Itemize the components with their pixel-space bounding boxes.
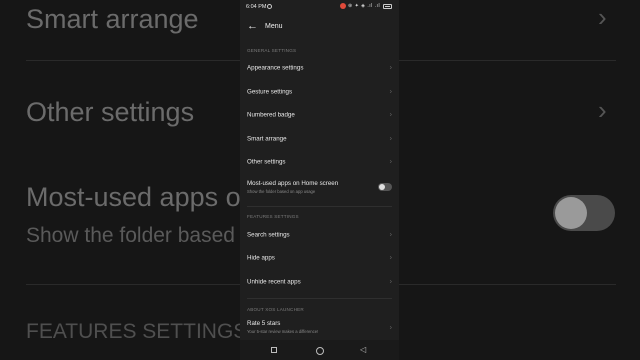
menu-item-label: Search settings bbox=[247, 231, 290, 239]
menu-item-label: Unhide recent apps bbox=[247, 278, 301, 286]
section-about: ABOUT XOS LAUNCHER bbox=[247, 307, 304, 312]
menu-item-label: Gesture settings bbox=[247, 88, 293, 96]
recents-square-icon[interactable] bbox=[271, 347, 277, 353]
bg-text-smart-arrange: Smart arrange bbox=[26, 4, 199, 34]
menu-item-appearance-settings[interactable]: Appearance settings › bbox=[240, 57, 399, 79]
notification-icon bbox=[267, 3, 272, 9]
bg-text-features: FEATURES SETTINGS bbox=[26, 320, 248, 343]
menu-item-search-settings[interactable]: Search settings › bbox=[240, 224, 399, 246]
navigation-bar: ◁ bbox=[240, 340, 399, 360]
rate-label: Rate 5 stars bbox=[247, 320, 281, 327]
chevron-right-icon: › bbox=[389, 111, 392, 119]
signal-icons: ⊛ ✦ ◈ .ıl .ıl bbox=[348, 3, 381, 9]
bg-toggle bbox=[553, 195, 615, 231]
arrow-left-icon[interactable]: ← bbox=[247, 20, 259, 32]
record-icon bbox=[340, 3, 346, 9]
chevron-right-icon: › bbox=[389, 231, 392, 239]
menu-item-hide-apps[interactable]: Hide apps › bbox=[240, 247, 399, 269]
menu-item-gesture-settings[interactable]: Gesture settings › bbox=[240, 81, 399, 103]
chevron-right-icon: › bbox=[389, 64, 392, 72]
most-used-label: Most-used apps on Home screen bbox=[247, 180, 339, 187]
bg-chevron-icon: › bbox=[598, 2, 607, 32]
chevron-right-icon: › bbox=[389, 278, 392, 286]
chevron-right-icon: › bbox=[389, 254, 392, 262]
menu-item-rate-5-stars[interactable]: Rate 5 stars Your 5-star review makes a … bbox=[240, 316, 399, 340]
menu-item-label: Numbered badge bbox=[247, 111, 295, 119]
rate-subtitle: Your 5-star review makes a difference! bbox=[247, 329, 319, 334]
divider bbox=[247, 206, 392, 207]
menu-item-other-settings[interactable]: Other settings › bbox=[240, 151, 399, 173]
bg-chevron-icon: › bbox=[598, 95, 607, 125]
most-used-toggle[interactable] bbox=[378, 183, 392, 191]
menu-item-most-used-apps: Most-used apps on Home screen Show the f… bbox=[240, 176, 399, 200]
app-header: ← Menu bbox=[240, 16, 399, 38]
most-used-subtitle: Show the folder based on app usage bbox=[247, 189, 316, 194]
menu-item-label: Other settings bbox=[247, 158, 286, 166]
section-features-settings: FEATURES SETTINGS bbox=[247, 214, 299, 219]
phone-screen: 6:04 PM ⊛ ✦ ◈ .ıl .ıl ← Menu GENERAL SET… bbox=[240, 0, 399, 360]
menu-item-numbered-badge[interactable]: Numbered badge › bbox=[240, 104, 399, 126]
menu-item-smart-arrange[interactable]: Smart arrange › bbox=[240, 128, 399, 150]
bg-text-most-used: Most-used apps on bbox=[26, 182, 256, 212]
status-time: 6:04 PM bbox=[246, 4, 267, 10]
bg-text-other-settings: Other settings bbox=[26, 97, 195, 127]
section-general-settings: GENERAL SETTINGS bbox=[247, 48, 297, 53]
chevron-right-icon: › bbox=[389, 88, 392, 96]
chevron-right-icon: › bbox=[389, 158, 392, 166]
toggle-knob bbox=[379, 184, 385, 190]
page-title: Menu bbox=[265, 23, 283, 30]
chevron-right-icon: › bbox=[389, 324, 392, 332]
back-triangle-icon[interactable]: ◁ bbox=[360, 345, 366, 354]
divider bbox=[247, 298, 392, 299]
status-bar: 6:04 PM ⊛ ✦ ◈ .ıl .ıl bbox=[240, 0, 399, 14]
menu-item-label: Hide apps bbox=[247, 254, 275, 262]
chevron-right-icon: › bbox=[389, 135, 392, 143]
bg-text-folder: Show the folder based o bbox=[26, 224, 253, 247]
menu-item-label: Appearance settings bbox=[247, 64, 304, 72]
home-circle-icon[interactable] bbox=[316, 346, 324, 355]
battery-icon bbox=[383, 3, 392, 9]
menu-item-unhide-recent-apps[interactable]: Unhide recent apps › bbox=[240, 271, 399, 293]
menu-item-label: Smart arrange bbox=[247, 135, 287, 143]
